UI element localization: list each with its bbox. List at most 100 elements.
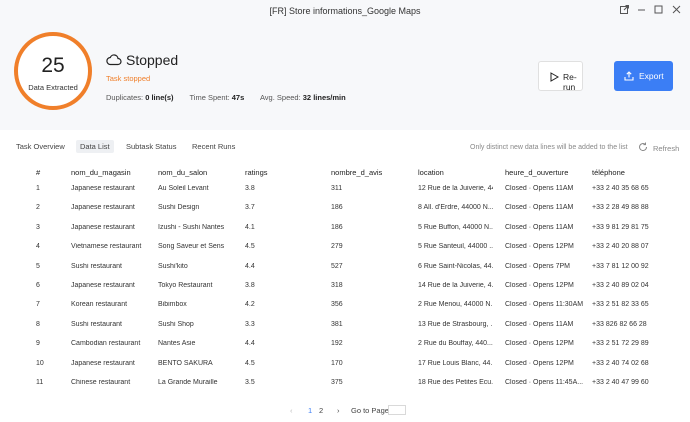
cell-nom-du-salon: La Grande Muraille xyxy=(158,379,218,386)
cell-index: 7 xyxy=(36,301,40,309)
tab-subtask-status[interactable]: Subtask Status xyxy=(126,142,176,151)
maximize-icon[interactable] xyxy=(651,5,665,19)
tab-recent-runs[interactable]: Recent Runs xyxy=(192,142,235,151)
cell-nombre-d-avis: 192 xyxy=(331,340,343,348)
cell-telephone: +33 2 40 74 02 68 xyxy=(592,359,649,367)
column-header-location[interactable]: location xyxy=(418,168,493,177)
column-header-nom-du-magasin[interactable]: nom_du_magasin xyxy=(71,168,151,177)
column-header-nombre-d-avis[interactable]: nombre_d_avis xyxy=(331,168,406,177)
cell-nom-du-salon: Sushi'kito xyxy=(158,262,188,270)
cell-ratings: 4.4 xyxy=(245,262,255,270)
cell-index: 9 xyxy=(36,340,40,348)
task-summary-header: 25 Data Extracted Stopped Task stopped D… xyxy=(0,24,690,130)
open-external-icon[interactable] xyxy=(617,5,631,19)
cell-ratings: 4.5 xyxy=(245,359,255,367)
cell-nom-du-salon: Nantes Asie xyxy=(158,340,196,348)
play-icon xyxy=(550,72,559,82)
cell-heure-d-ouverture: Closed · Opens 11:30AM xyxy=(505,301,584,309)
cloud-icon xyxy=(106,54,122,66)
refresh-button[interactable]: Refresh xyxy=(638,142,679,154)
close-icon[interactable] xyxy=(669,5,683,19)
cell-nom-du-magasin: Japanese restaurant xyxy=(71,359,135,367)
cell-nom-du-salon: Song Saveur et Sens xyxy=(158,243,225,251)
rerun-button[interactable]: Re-run xyxy=(538,61,583,92)
cell-nom-du-magasin: Cambodian restaurant xyxy=(71,340,141,348)
cell-index: 5 xyxy=(36,262,40,270)
cell-nom-du-salon: Sushi Shop xyxy=(158,320,194,328)
cell-index: 3 xyxy=(36,223,40,231)
cell-index: 4 xyxy=(36,243,40,251)
cell-ratings: 4.5 xyxy=(245,243,255,251)
cell-location: 5 Rue Santeuil, 44000 ... xyxy=(418,243,493,251)
status-subtitle: Task stopped xyxy=(106,74,151,83)
cell-ratings: 3.3 xyxy=(245,320,255,328)
cell-telephone: +33 2 51 72 29 89 xyxy=(592,340,649,348)
time-spent-stat: Time Spent: 47s xyxy=(189,93,245,102)
cell-heure-d-ouverture: Closed · Opens 11AM xyxy=(505,185,574,192)
cell-telephone: +33 2 51 82 33 65 xyxy=(592,301,649,309)
rerun-label: Re-run xyxy=(563,72,577,92)
cell-telephone: +33 7 81 12 00 92 xyxy=(592,262,649,270)
prev-page-button[interactable]: ‹ xyxy=(290,406,293,415)
minimize-icon[interactable] xyxy=(634,5,648,19)
cell-heure-d-ouverture: Closed · Opens 11AM xyxy=(505,204,574,212)
cell-index: 10 xyxy=(36,359,44,367)
column-header-ratings[interactable]: ratings xyxy=(245,168,320,177)
table-row[interactable]: 5 Sushi restaurant Sushi'kito 4.4 527 6 Rue S… xyxy=(0,260,690,279)
cell-ratings: 4.4 xyxy=(245,340,255,348)
cell-nom-du-salon: Izushi - Sushi Nantes xyxy=(158,223,225,231)
table-row[interactable]: 1 Japanese restaurant Au Soleil Levant 3.8 3… xyxy=(0,182,690,201)
tab-data-list[interactable]: Data List xyxy=(76,140,114,153)
cell-telephone: +33 2 40 47 99 60 xyxy=(592,379,649,386)
title-bar: [FR] Store informations_Google Maps xyxy=(0,0,690,24)
cell-ratings: 4.1 xyxy=(245,223,255,231)
data-extracted-count: 25 xyxy=(41,54,65,77)
column-header-index[interactable]: # xyxy=(36,168,56,177)
cell-nombre-d-avis: 527 xyxy=(331,262,343,270)
cell-nombre-d-avis: 311 xyxy=(331,185,343,192)
status-title: Stopped xyxy=(126,52,179,68)
export-button[interactable]: Export xyxy=(614,61,673,91)
cell-nom-du-salon: BENTO SAKURA xyxy=(158,359,213,367)
cell-location: 2 Rue du Bouffay, 440... xyxy=(418,340,493,348)
cell-nom-du-salon: Tokyo Restaurant xyxy=(158,282,213,289)
cell-nombre-d-avis: 381 xyxy=(331,320,343,328)
tab-task-overview[interactable]: Task Overview xyxy=(16,142,65,151)
cell-heure-d-ouverture: Closed · Opens 11AM xyxy=(505,223,574,231)
table-row[interactable]: 7 Korean restaurant Bibimbox 4.2 356 2 Rue Me… xyxy=(0,298,690,317)
cell-ratings: 3.5 xyxy=(245,379,255,386)
table-row[interactable]: 8 Sushi restaurant Sushi Shop 3.3 381 13 Rue … xyxy=(0,318,690,337)
cell-nom-du-salon: Sushi Design xyxy=(158,204,200,212)
cell-location: 5 Rue Buffon, 44000 N... xyxy=(418,223,493,231)
cell-nom-du-magasin: Chinese restaurant xyxy=(71,379,131,386)
cell-nombre-d-avis: 375 xyxy=(331,379,343,386)
cell-heure-d-ouverture: Closed · Opens 12PM xyxy=(505,340,574,348)
table-header: # nom_du_magasin nom_du_salon ratings no… xyxy=(0,160,690,182)
cell-heure-d-ouverture: Closed · Opens 11AM xyxy=(505,320,574,328)
page-2-button[interactable]: 2 xyxy=(319,406,323,415)
table-row[interactable]: 11 Chinese restaurant La Grande Muraille 3.… xyxy=(0,376,690,395)
cell-telephone: +33 2 28 49 88 88 xyxy=(592,204,649,212)
refresh-icon xyxy=(639,142,648,152)
refresh-label: Refresh xyxy=(653,144,680,153)
table-row[interactable]: 3 Japanese restaurant Izushi - Sushi Nante… xyxy=(0,221,690,240)
column-header-telephone[interactable]: téléphone xyxy=(592,168,680,177)
go-to-page-input[interactable] xyxy=(388,405,406,415)
export-label: Export xyxy=(639,71,664,81)
column-header-heure-d-ouverture[interactable]: heure_d_ouverture xyxy=(505,168,584,177)
export-icon xyxy=(624,71,634,81)
cell-index: 2 xyxy=(36,204,40,212)
cell-telephone: +33 2 40 89 02 04 xyxy=(592,282,649,289)
page-1-button[interactable]: 1 xyxy=(308,406,312,415)
table-row[interactable]: 10 Japanese restaurant BENTO SAKURA 4.5 170 1… xyxy=(0,357,690,376)
cell-telephone: +33 826 82 66 28 xyxy=(592,320,647,328)
table-row[interactable]: 2 Japanese restaurant Sushi Design 3.7 186 8 … xyxy=(0,201,690,220)
tab-bar: Task Overview Data List Subtask Status R… xyxy=(0,138,690,158)
next-page-button[interactable]: › xyxy=(337,406,340,415)
cell-nom-du-magasin: Japanese restaurant xyxy=(71,282,135,289)
cell-location: 17 Rue Louis Blanc, 44... xyxy=(418,359,493,367)
column-header-nom-du-salon[interactable]: nom_du_salon xyxy=(158,168,238,177)
table-row[interactable]: 4 Vietnamese restaurant Song Saveur et Sen… xyxy=(0,240,690,259)
table-row[interactable]: 6 Japanese restaurant Tokyo Restaurant 3.8 3… xyxy=(0,279,690,298)
table-row[interactable]: 9 Cambodian restaurant Nantes Asie 4.4 192 2 … xyxy=(0,337,690,356)
